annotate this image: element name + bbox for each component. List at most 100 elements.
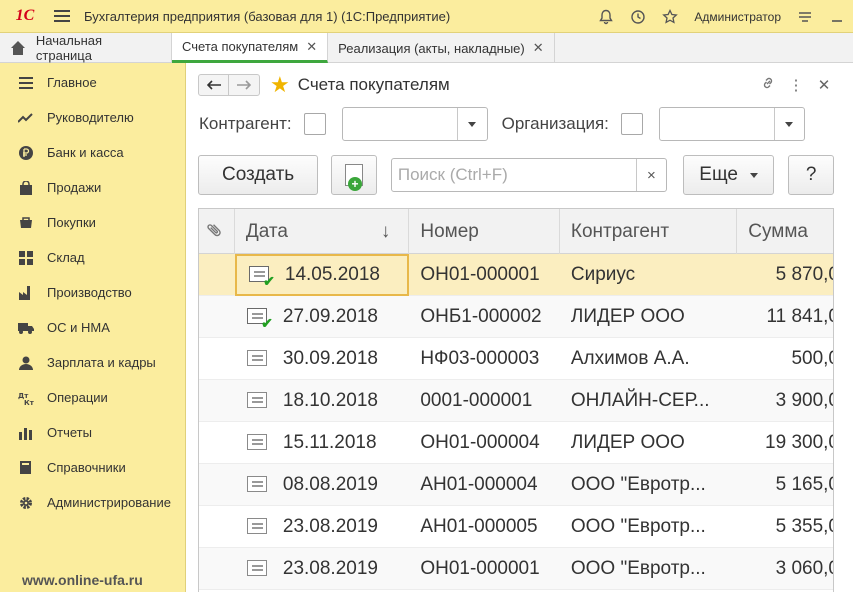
column-header-number[interactable]: Номер [409, 209, 560, 254]
organization-checkbox[interactable] [620, 113, 643, 135]
table-row[interactable]: 15.11.2018 ОН01-000004 ЛИДЕР ООО 19 300,0 [199, 422, 833, 464]
date-cell[interactable]: 08.08.2019 [235, 464, 409, 506]
date-cell[interactable]: 23.08.2019 [235, 548, 409, 590]
counterparty-cell[interactable]: Сириус [560, 254, 737, 296]
close-icon[interactable]: ✕ [533, 40, 544, 56]
date-value: 18.10.2018 [282, 390, 378, 411]
sidebar-item-bank[interactable]: Банк и касса [0, 135, 185, 170]
counterparty-cell[interactable]: ООО "Евротр... [560, 464, 737, 506]
paperclip-icon [203, 218, 229, 244]
add-document-button[interactable] [331, 155, 377, 195]
column-header-date[interactable]: Дата ↓ [235, 209, 410, 254]
more-actions-icon[interactable]: ⋮ [782, 76, 810, 94]
counterparty-cell[interactable]: ООО "Евротр... [560, 506, 737, 548]
organization-select[interactable] [658, 107, 805, 141]
table-row[interactable]: 23.08.2019 ОН01-000001 ООО "Евротр... 3 060… [199, 548, 833, 590]
sidebar-item-reports[interactable]: Отчеты [0, 415, 185, 450]
amount-cell[interactable]: 19 300,0 [737, 422, 833, 464]
amount-value: 5 870,0 [775, 264, 833, 285]
date-cell[interactable]: ✔ 27.09.2018 [235, 296, 409, 338]
sidebar-item-manager[interactable]: Руководителю [0, 100, 185, 135]
date-cell[interactable]: 23.08.2019 [235, 506, 409, 548]
close-icon[interactable]: ✕ [810, 76, 838, 94]
counterparty-select[interactable] [341, 107, 488, 141]
tab-invoices[interactable]: Счета покупателям ✕ [172, 33, 329, 63]
table-row[interactable]: ✔ 14.05.2018 ОН01-000001 Сириус 5 870,0 [199, 254, 833, 296]
sidebar-item-purchases[interactable]: Покупки [0, 205, 185, 240]
close-icon[interactable]: ✕ [306, 39, 317, 55]
sidebar-item-sales[interactable]: Продажи [0, 170, 185, 205]
amount-cell[interactable]: 3 900,0 [737, 380, 833, 422]
number-cell[interactable]: ОНБ1-000002 [409, 296, 560, 338]
history-icon[interactable] [622, 0, 654, 33]
date-cell[interactable]: ✔ 14.05.2018 [234, 254, 410, 296]
sidebar-item-main[interactable]: Главное [0, 65, 185, 100]
counterparty-cell[interactable]: ЛИДЕР ООО [560, 422, 737, 464]
minimize-icon[interactable] [821, 0, 853, 33]
number-cell[interactable]: ОН01-000001 [409, 254, 560, 296]
help-button[interactable]: ? [788, 155, 834, 195]
factory-icon [18, 285, 34, 301]
column-header-amount[interactable]: Сумма [737, 209, 833, 254]
number-cell[interactable]: ОН01-000004 [409, 422, 560, 464]
bell-icon[interactable] [590, 0, 622, 33]
create-button[interactable]: Создать [198, 155, 319, 195]
tab-home[interactable]: Начальная страница [0, 33, 172, 63]
forward-arrow-icon[interactable] [229, 75, 259, 95]
sidebar-item-warehouse[interactable]: Склад [0, 240, 185, 275]
sidebar-item-fixed-assets[interactable]: ОС и НМА [0, 310, 185, 345]
amount-cell[interactable]: 5 355,0 [737, 506, 833, 548]
table-row[interactable]: 30.09.2018 НФ03-000003 Алхимов А.А. 500,0 [199, 338, 833, 380]
counterparty-cell[interactable]: Алхимов А.А. [560, 338, 737, 380]
counterparty-cell[interactable]: ОНЛАЙН-СЕР... [560, 380, 737, 422]
number-value: АН01-000004 [420, 474, 538, 495]
amount-cell[interactable]: 3 060,0 [737, 548, 833, 590]
tab-label: Счета покупателям [182, 39, 299, 54]
table-row[interactable]: ✔ 27.09.2018 ОНБ1-000002 ЛИДЕР ООО 11 841,0 [199, 296, 833, 338]
attachment-cell [199, 338, 235, 380]
favorite-star-icon[interactable]: ★ [270, 74, 290, 96]
app-title: Бухгалтерия предприятия (базовая для 1) … [84, 8, 451, 24]
sidebar-item-production[interactable]: Производство [0, 275, 185, 310]
more-button[interactable]: Еще [682, 155, 775, 195]
number-cell[interactable]: АН01-000004 [409, 464, 560, 506]
attachment-column-header[interactable] [199, 209, 235, 254]
sidebar-item-administration[interactable]: Администрирование [0, 485, 185, 520]
number-value: ОН01-000001 [420, 558, 540, 579]
amount-cell[interactable]: 500,0 [737, 338, 833, 380]
link-icon[interactable] [754, 75, 782, 95]
settings-menu-icon[interactable] [789, 0, 821, 33]
organization-value[interactable] [660, 108, 774, 140]
date-cell[interactable]: 15.11.2018 [235, 422, 409, 464]
clear-search-button[interactable]: × [635, 159, 666, 191]
amount-cell[interactable]: 11 841,0 [737, 296, 833, 338]
counterparty-checkbox[interactable] [303, 113, 326, 135]
sidebar-item-operations[interactable]: Дт Кт Операции [0, 380, 185, 415]
table-row[interactable]: 08.08.2019 АН01-000004 ООО "Евротр... 5 165… [199, 464, 833, 506]
number-cell[interactable]: ОН01-000001 [409, 548, 560, 590]
counterparty-cell[interactable]: ЛИДЕР ООО [560, 296, 737, 338]
amount-cell[interactable]: 5 870,0 [737, 254, 833, 296]
star-favorites-icon[interactable] [654, 0, 686, 33]
chevron-down-icon[interactable] [456, 108, 487, 140]
column-header-counterparty[interactable]: Контрагент [560, 209, 738, 254]
date-cell[interactable]: 30.09.2018 [235, 338, 409, 380]
form-area: ★ Счета покупателям ⋮ ✕ Контрагент: Орга… [187, 63, 853, 592]
number-cell[interactable]: НФ03-000003 [409, 338, 560, 380]
amount-cell[interactable]: 5 165,0 [737, 464, 833, 506]
date-cell[interactable]: 18.10.2018 [235, 380, 409, 422]
tab-sales[interactable]: Реализация (акты, накладные) ✕ [328, 33, 555, 63]
counterparty-value[interactable] [343, 108, 457, 140]
search-input[interactable]: Поиск (Ctrl+F) × [390, 158, 667, 192]
back-arrow-icon[interactable] [199, 75, 229, 95]
table-row[interactable]: 23.08.2019 АН01-000005 ООО "Евротр... 5 355… [199, 506, 833, 548]
number-cell[interactable]: АН01-000005 [409, 506, 560, 548]
main-menu-icon[interactable] [54, 10, 70, 22]
counterparty-cell[interactable]: ООО "Евротр... [560, 548, 737, 590]
table-row[interactable]: 18.10.2018 0001-000001 ОНЛАЙН-СЕР... 3 900,… [199, 380, 833, 422]
number-cell[interactable]: 0001-000001 [409, 380, 560, 422]
chevron-down-icon[interactable] [773, 108, 804, 140]
sidebar-item-references[interactable]: Справочники [0, 450, 185, 485]
sidebar-item-salary[interactable]: Зарплата и кадры [0, 345, 185, 380]
user-name[interactable]: Администратор [694, 10, 781, 24]
